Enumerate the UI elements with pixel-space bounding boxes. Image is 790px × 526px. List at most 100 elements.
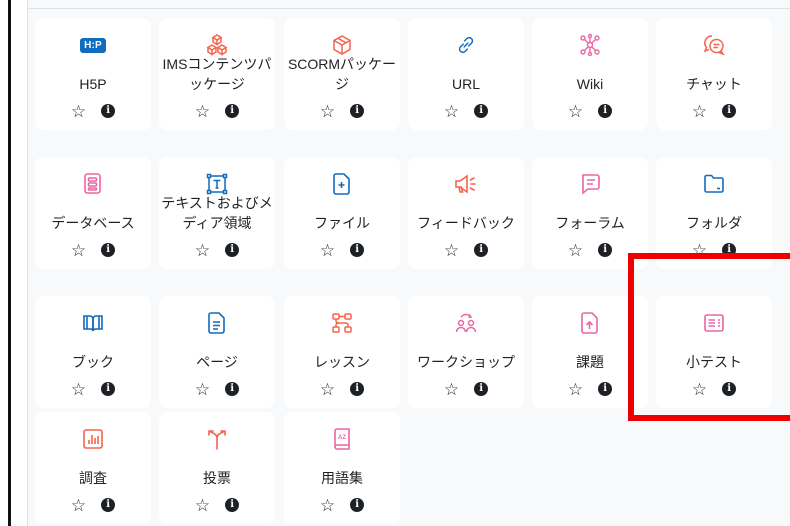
activity-label: フォルダ <box>686 215 742 231</box>
star-icon[interactable]: ☆ <box>195 242 210 259</box>
star-icon[interactable]: ☆ <box>568 381 583 398</box>
activity-label: SCORMパッケージ <box>287 56 397 92</box>
activity-card-chat[interactable]: チャット ☆ i <box>656 18 772 130</box>
network-icon <box>532 32 648 58</box>
info-icon[interactable]: i <box>350 243 365 257</box>
activity-label: 投票 <box>203 470 231 486</box>
star-icon[interactable]: ☆ <box>71 381 86 398</box>
star-icon[interactable]: ☆ <box>444 242 459 259</box>
activity-card-scorm[interactable]: SCORMパッケージ ☆ i <box>284 18 400 130</box>
survey-icon <box>35 426 151 452</box>
book-icon <box>35 310 151 336</box>
activity-card-forum[interactable]: フォーラム ☆ i <box>532 157 648 269</box>
info-icon[interactable]: i <box>101 382 116 396</box>
star-icon[interactable]: ☆ <box>195 497 210 514</box>
activity-card-workshop[interactable]: ワークショップ ☆ i <box>408 296 524 408</box>
star-icon[interactable]: ☆ <box>444 381 459 398</box>
activity-card-assign[interactable]: 課題 ☆ i <box>532 296 648 408</box>
activity-card-textmedia[interactable]: テキストおよびメディア領域 ☆ i <box>159 157 275 269</box>
info-icon[interactable]: i <box>350 104 365 118</box>
activity-card-database[interactable]: データベース ☆ i <box>35 157 151 269</box>
activity-label: チャット <box>686 76 742 92</box>
info-icon[interactable]: i <box>598 243 613 257</box>
left-border <box>8 0 11 526</box>
info-icon[interactable]: i <box>225 382 240 396</box>
info-icon[interactable]: i <box>474 243 489 257</box>
info-icon[interactable]: i <box>101 498 116 512</box>
chat-icon <box>656 32 772 58</box>
info-icon[interactable]: i <box>598 382 613 396</box>
star-icon[interactable]: ☆ <box>320 381 335 398</box>
info-icon[interactable]: i <box>722 104 737 118</box>
star-icon[interactable]: ☆ <box>195 103 210 120</box>
info-icon[interactable]: i <box>350 498 365 512</box>
forum-icon <box>532 171 648 197</box>
info-icon[interactable]: i <box>101 243 116 257</box>
star-icon[interactable]: ☆ <box>195 381 210 398</box>
activity-label: ブック <box>72 354 114 370</box>
activity-label: IMSコンテンツパッケージ <box>162 56 272 92</box>
activity-card-file[interactable]: ファイル ☆ i <box>284 157 400 269</box>
workshop-icon <box>408 310 524 336</box>
star-icon[interactable]: ☆ <box>320 497 335 514</box>
info-icon[interactable]: i <box>474 382 489 396</box>
star-icon[interactable]: ☆ <box>320 242 335 259</box>
info-icon[interactable]: i <box>350 382 365 396</box>
assignment-icon <box>532 310 648 336</box>
activity-label: H5P <box>79 76 107 92</box>
star-icon[interactable]: ☆ <box>568 103 583 120</box>
activity-label: データベース <box>51 215 135 231</box>
star-icon[interactable]: ☆ <box>320 103 335 120</box>
star-icon[interactable]: ☆ <box>71 497 86 514</box>
star-icon[interactable]: ☆ <box>692 381 707 398</box>
activity-card-folder[interactable]: フォルダ ☆ i <box>656 157 772 269</box>
activity-card-lesson[interactable]: レッスン ☆ i <box>284 296 400 408</box>
activity-label: 課題 <box>576 354 604 370</box>
lesson-icon <box>284 310 400 336</box>
activity-label: レッスン <box>314 354 370 370</box>
panel-divider <box>27 8 790 9</box>
activity-label: 用語集 <box>321 470 363 486</box>
info-icon[interactable]: i <box>722 382 737 396</box>
star-icon[interactable]: ☆ <box>444 103 459 120</box>
activity-card-url[interactable]: URL ☆ i <box>408 18 524 130</box>
activity-card-page[interactable]: ページ ☆ i <box>159 296 275 408</box>
activity-label: フィードバック <box>417 215 515 231</box>
h5p-icon: H:P <box>35 32 151 58</box>
svg-text:AZ: AZ <box>338 435 346 441</box>
activity-card-glossary[interactable]: AZ 用語集 ☆ i <box>284 412 400 524</box>
activity-card-feedback[interactable]: フィードバック ☆ i <box>408 157 524 269</box>
page-icon <box>159 310 275 336</box>
info-icon[interactable]: i <box>225 104 240 118</box>
activity-label: 調査 <box>79 470 107 486</box>
info-icon[interactable]: i <box>598 104 613 118</box>
activity-label: ワークショップ <box>417 354 515 370</box>
activity-label: Wiki <box>576 76 604 92</box>
activity-card-ims[interactable]: IMSコンテンツパッケージ ☆ i <box>159 18 275 130</box>
file-plus-icon <box>284 171 400 197</box>
link-icon <box>408 32 524 58</box>
activity-card-h5p[interactable]: H:P H5P ☆ i <box>35 18 151 130</box>
activity-label: ページ <box>196 354 238 370</box>
info-icon[interactable]: i <box>101 104 116 118</box>
star-icon[interactable]: ☆ <box>568 242 583 259</box>
star-icon[interactable]: ☆ <box>71 103 86 120</box>
info-icon[interactable]: i <box>225 498 240 512</box>
activity-label: テキストおよびメディア領域 <box>161 195 273 231</box>
info-icon[interactable]: i <box>225 243 240 257</box>
star-icon[interactable]: ☆ <box>692 242 707 259</box>
star-icon[interactable]: ☆ <box>692 103 707 120</box>
folder-icon <box>656 171 772 197</box>
activity-label: ファイル <box>314 215 370 231</box>
info-icon[interactable]: i <box>722 243 737 257</box>
activity-label: 小テスト <box>686 354 742 370</box>
glossary-icon: AZ <box>284 426 400 452</box>
info-icon[interactable]: i <box>474 104 489 118</box>
activity-card-survey[interactable]: 調査 ☆ i <box>35 412 151 524</box>
activity-card-book[interactable]: ブック ☆ i <box>35 296 151 408</box>
star-icon[interactable]: ☆ <box>71 242 86 259</box>
choice-icon <box>159 426 275 452</box>
activity-card-quiz[interactable]: 小テスト ☆ i <box>656 296 772 408</box>
activity-card-wiki[interactable]: Wiki ☆ i <box>532 18 648 130</box>
activity-card-choice[interactable]: 投票 ☆ i <box>159 412 275 524</box>
